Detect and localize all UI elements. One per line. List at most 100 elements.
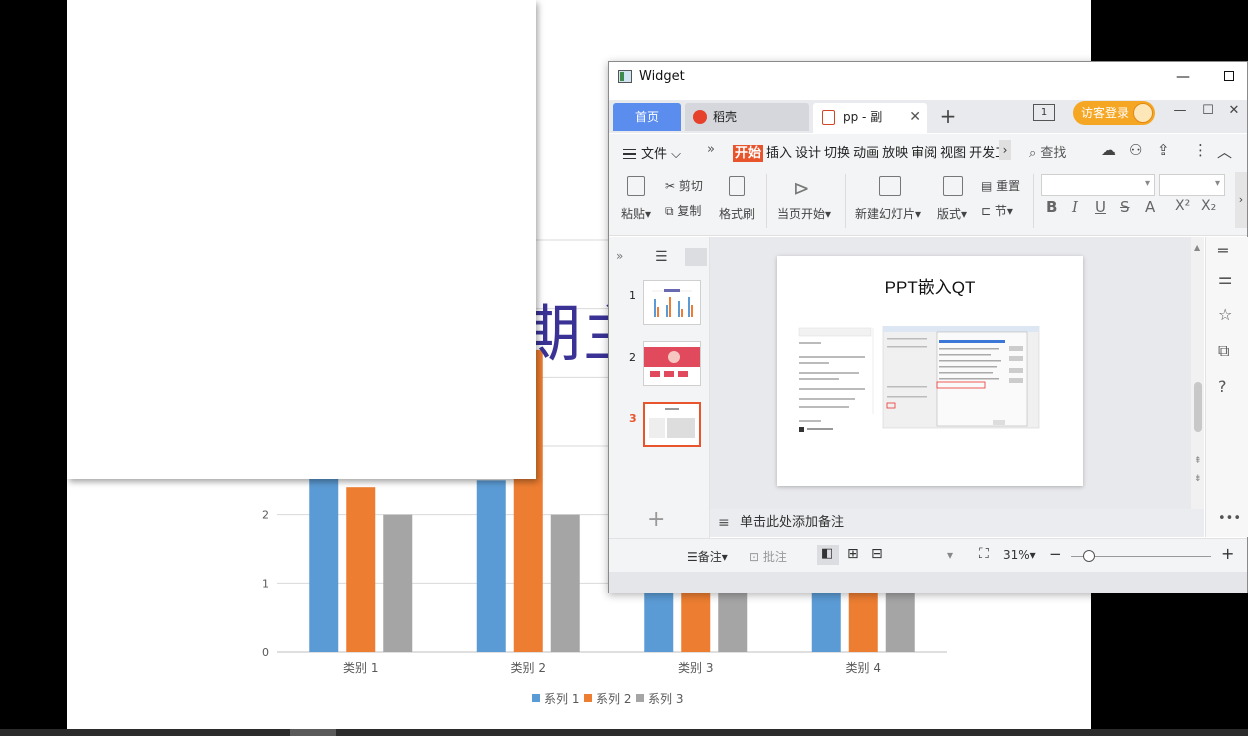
property-icon[interactable]: ⚌ — [1218, 269, 1232, 288]
app-minimize-button[interactable]: — — [1169, 103, 1191, 118]
font-family-select[interactable]: ▾ — [1041, 174, 1155, 196]
scroll-up-icon[interactable]: ▲ — [1194, 243, 1200, 252]
menu-tab-view[interactable]: 视图 — [940, 146, 966, 161]
menu-tab-review[interactable]: 审阅 — [911, 146, 937, 161]
taskbar-item[interactable] — [290, 729, 336, 736]
search-button[interactable]: ⌕ 查找 — [1029, 142, 1066, 161]
next-slide-icon[interactable]: ⇟ — [1194, 475, 1202, 484]
pane-toggle-icon[interactable]: ═ — [1218, 241, 1228, 260]
docer-icon — [693, 110, 707, 124]
menu-tab-transition[interactable]: 切换 — [824, 146, 850, 161]
window-titlebar[interactable]: Widget — — [609, 62, 1247, 93]
comments-label: 批注 — [762, 550, 787, 564]
font-color-button[interactable]: A — [1145, 198, 1155, 216]
y-tick-label: 2 — [262, 509, 269, 522]
paste-button[interactable]: 粘贴▾ — [621, 205, 651, 222]
notes-toggle-button[interactable]: ☰备注▾ — [687, 548, 728, 565]
desktop: 0123456类别 1类别 2类别 3类别 4系列 1系列 2系列 3 图表 本… — [0, 0, 1248, 736]
menu-tab-insert[interactable]: 插入 — [766, 146, 792, 161]
backup-icon[interactable]: ⧉ — [1218, 341, 1229, 361]
normal-view-button[interactable]: ◧ — [817, 545, 839, 565]
scrollbar-thumb[interactable] — [1194, 382, 1202, 432]
reading-view-icon[interactable]: ⊟ — [871, 546, 883, 562]
current-slide[interactable]: PPT嵌入QT — [777, 256, 1083, 486]
tab-document[interactable]: pp - 副 ✕ — [813, 103, 927, 133]
cloud-sync-icon[interactable]: ☁ — [1101, 141, 1116, 159]
underline-button[interactable]: U — [1095, 198, 1106, 216]
play-from-current-button[interactable]: 当页开始▾ — [777, 205, 831, 222]
tab-docer[interactable]: 稻壳 — [685, 103, 809, 131]
subscript-button[interactable]: X₂ — [1201, 198, 1216, 214]
copy-label: 复制 — [677, 204, 702, 218]
file-menu[interactable]: 文件 ⌵ — [623, 143, 681, 162]
zoom-out-button[interactable]: − — [1049, 545, 1062, 563]
new-slide-button[interactable]: 新建幻灯片▾ — [855, 205, 921, 222]
slide-thumbnail-1[interactable] — [643, 280, 701, 325]
legend-swatch — [636, 694, 644, 702]
maximize-button[interactable] — [1215, 66, 1243, 88]
menu-tab-start[interactable]: 开始 — [733, 145, 764, 162]
share-user-icon[interactable]: ⚇ — [1129, 141, 1142, 159]
thumbnail-view-icon[interactable] — [685, 248, 707, 266]
menu-tab-design[interactable]: 设计 — [795, 146, 821, 161]
x-tick-label: 类别 3 — [678, 661, 713, 675]
help-icon[interactable]: ? — [1218, 377, 1227, 396]
layout-icon — [943, 176, 963, 196]
file-menu-label: 文件 — [641, 147, 668, 162]
export-icon[interactable]: ⇪ — [1157, 141, 1170, 159]
italic-button[interactable]: I — [1072, 198, 1078, 216]
notes-toggle-label: 备注 — [697, 550, 722, 564]
zoom-level[interactable]: 31%▾ — [1003, 548, 1036, 562]
ribbon-scroll-right[interactable]: › — [1235, 172, 1247, 228]
zoom-in-button[interactable]: + — [1221, 544, 1234, 563]
editor-scrollbar[interactable]: ▲ ⇞ ⇟ — [1191, 237, 1204, 509]
thumbnail-chart — [652, 289, 693, 317]
more-icon[interactable]: ••• — [1218, 511, 1241, 526]
ribbon-separator — [1033, 174, 1034, 228]
app-restore-button[interactable]: ☐ — [1197, 103, 1219, 118]
copy-button[interactable]: ⧉ 复制 — [665, 202, 701, 219]
prev-slide-icon[interactable]: ⇞ — [1194, 457, 1202, 466]
notes-placeholder: 单击此处添加备注 — [740, 515, 845, 530]
comments-button[interactable]: ⊡ 批注 — [749, 548, 787, 565]
zoom-slider-handle[interactable] — [1083, 550, 1095, 562]
reset-button[interactable]: ▤ 重置 — [981, 177, 1020, 194]
more-tabs-button[interactable]: › — [999, 140, 1011, 160]
outline-view-icon[interactable]: ☰ — [655, 249, 668, 265]
tab-home[interactable]: 首页 — [613, 103, 681, 131]
slide-thumbnail-2[interactable] — [643, 341, 701, 386]
minimize-button[interactable]: — — [1169, 66, 1197, 88]
font-size-select[interactable]: ▾ — [1159, 174, 1225, 196]
notes-area[interactable]: ≡ 单击此处添加备注 — [710, 509, 1204, 537]
cut-button[interactable]: ✂ 剪切 — [665, 177, 703, 194]
close-tab-icon[interactable]: ✕ — [909, 103, 921, 131]
bold-button[interactable]: B — [1046, 198, 1057, 216]
play-from-current-label: 当页开始 — [777, 207, 826, 221]
new-tab-button[interactable]: + — [935, 103, 961, 131]
more-options-icon[interactable]: ⋮ — [1193, 141, 1208, 159]
collapse-panel-icon[interactable]: » — [616, 249, 623, 263]
star-icon[interactable]: ☆ — [1218, 305, 1232, 324]
thumbnail-screenshot — [649, 408, 695, 438]
format-painter-button[interactable]: 格式刷 — [719, 205, 755, 222]
guest-login-button[interactable]: 访客登录 — [1073, 101, 1155, 125]
layout-button[interactable]: 版式▾ — [937, 205, 967, 222]
expand-menu-icon[interactable]: » — [707, 142, 715, 157]
section-button[interactable]: ⊏ 节▾ — [981, 202, 1013, 219]
menu-tab-animation[interactable]: 动画 — [853, 146, 879, 161]
app-close-button[interactable]: ✕ — [1223, 103, 1245, 118]
fit-window-icon[interactable]: ⛶ — [979, 546, 989, 562]
slide-sorter-icon[interactable]: ⊞ — [847, 546, 859, 562]
superscript-button[interactable]: X² — [1175, 198, 1190, 214]
x-tick-label: 类别 4 — [846, 661, 881, 675]
window-bottom-bar — [609, 572, 1247, 593]
slide-thumbnail-3[interactable] — [643, 402, 701, 447]
paste-label: 粘贴 — [621, 207, 646, 221]
add-slide-button[interactable]: + — [647, 507, 665, 532]
menu-tab-slideshow[interactable]: 放映 — [882, 146, 908, 161]
window-count-indicator[interactable]: 1 — [1033, 104, 1055, 121]
strikethrough-button[interactable]: S — [1120, 198, 1130, 216]
avatar-icon — [1133, 103, 1153, 123]
collapse-ribbon-icon[interactable]: ︿ — [1217, 141, 1232, 162]
play-dropdown[interactable]: ▾ — [947, 548, 953, 562]
